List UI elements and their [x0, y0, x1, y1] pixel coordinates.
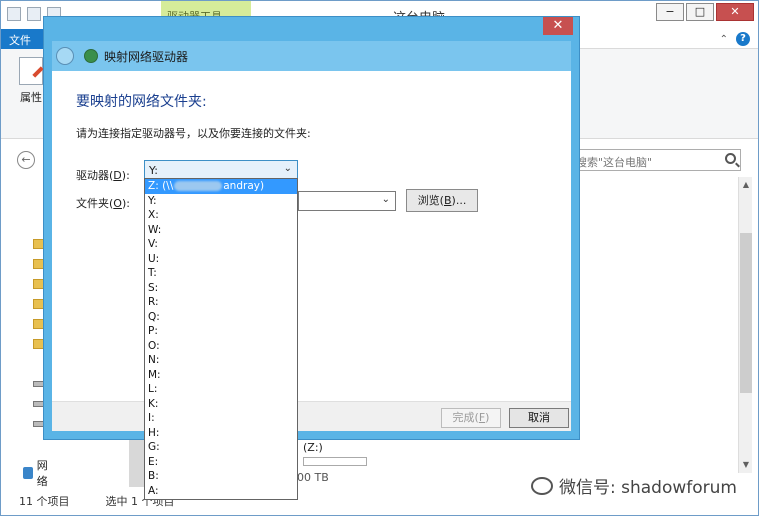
dialog-instruction: 请为连接指定驱动器号，以及你要连接的文件夹:: [76, 127, 311, 140]
browse-label: 浏览(: [417, 194, 444, 207]
dropdown-option[interactable]: A:: [145, 484, 297, 499]
cancel-button[interactable]: 取消: [509, 408, 569, 428]
dropdown-option-selected-suffix: andray): [223, 180, 265, 192]
content-area-fragment: [129, 437, 145, 487]
chevron-down-icon[interactable]: ⌄: [382, 194, 390, 205]
search-input[interactable]: 搜索"这台电脑": [569, 149, 741, 171]
scroll-thumb[interactable]: [740, 233, 752, 393]
dropdown-option[interactable]: R:: [145, 295, 297, 310]
watermark: 微信号: shadowforum: [531, 473, 737, 498]
computer-icon[interactable]: [7, 7, 21, 21]
browse-button[interactable]: 浏览(B)...: [406, 189, 478, 212]
search-icon[interactable]: [725, 153, 736, 164]
ribbon-right-controls: ⌃ ?: [720, 32, 750, 46]
watermark-text: 微信号: shadowforum: [559, 478, 737, 498]
properties-icon: [19, 57, 43, 85]
redacted-blur: [174, 181, 223, 191]
back-icon[interactable]: [56, 47, 74, 65]
drive-tile-z[interactable]: (Z:) 00 TB: [297, 437, 371, 493]
dropdown-option[interactable]: M:: [145, 368, 297, 383]
help-icon[interactable]: ?: [736, 32, 750, 46]
dropdown-option[interactable]: P:: [145, 324, 297, 339]
dialog-body: 要映射的网络文件夹: 请为连接指定驱动器号，以及你要连接的文件夹: 驱动器(D)…: [52, 71, 571, 401]
folder-label-accesskey: O: [113, 197, 122, 210]
dropdown-option[interactable]: G:: [145, 440, 297, 455]
scroll-up-icon[interactable]: ▲: [740, 179, 752, 191]
dropdown-option[interactable]: E:: [145, 455, 297, 470]
dropdown-option[interactable]: L:: [145, 382, 297, 397]
dropdown-option[interactable]: V:: [145, 237, 297, 252]
dropdown-option[interactable]: Q:: [145, 310, 297, 325]
drive-tile-letter: (Z:): [303, 441, 323, 454]
dropdown-option-selected-prefix: Z: (\\: [148, 180, 174, 192]
folder-label-text: 文件夹(: [76, 197, 114, 210]
browse-label-suffix: )...: [451, 194, 467, 207]
dropdown-option[interactable]: I:: [145, 411, 297, 426]
dialog-close-button[interactable]: ✕: [543, 17, 573, 35]
tab-file[interactable]: 文件: [1, 29, 47, 49]
dropdown-option[interactable]: N:: [145, 353, 297, 368]
navigation-pane: 网络: [1, 177, 49, 488]
folder-label-suffix: ):: [121, 197, 130, 210]
dropdown-option[interactable]: H:: [145, 426, 297, 441]
map-network-drive-dialog: ✕ 映射网络驱动器 要映射的网络文件夹: 请为连接指定驱动器号，以及你要连接的文…: [43, 16, 580, 440]
dropdown-option[interactable]: T:: [145, 266, 297, 281]
drive-tile-size: 00 TB: [297, 471, 329, 484]
chevron-down-icon[interactable]: ⌃: [720, 34, 728, 45]
dropdown-option[interactable]: B:: [145, 469, 297, 484]
minimize-button[interactable]: −: [656, 3, 684, 21]
document-icon[interactable]: [27, 7, 41, 21]
dropdown-option[interactable]: U:: [145, 252, 297, 267]
drive-label-suffix: ):: [121, 169, 130, 182]
dialog-header: 映射网络驱动器: [52, 41, 571, 71]
nav-network-label: 网络: [36, 459, 48, 488]
dialog-title: 映射网络驱动器: [104, 50, 189, 64]
drive-letter-dropdown-list[interactable]: Z: (\\ andray) Y: X: W: V: U: T: S: R: Q: P: O: N: M:…: [144, 178, 298, 500]
network-icon: [23, 467, 33, 479]
drive-label: 驱动器(D):: [76, 167, 130, 183]
wechat-icon: [531, 476, 553, 495]
dropdown-option[interactable]: W:: [145, 223, 297, 238]
finish-button[interactable]: 完成(F): [441, 408, 501, 428]
drive-label-text: 驱动器(: [76, 169, 114, 182]
window-controls: − □ ✕: [656, 3, 754, 21]
dropdown-option[interactable]: K:: [145, 397, 297, 412]
folder-combo-input[interactable]: ⌄: [298, 191, 396, 211]
dropdown-option[interactable]: S:: [145, 281, 297, 296]
dropdown-option[interactable]: O:: [145, 339, 297, 354]
dropdown-option[interactable]: X:: [145, 208, 297, 223]
nav-item-network[interactable]: 网络: [23, 457, 52, 489]
scroll-down-icon[interactable]: ▼: [740, 459, 752, 471]
network-drive-icon: [84, 49, 98, 63]
chevron-down-icon[interactable]: ⌄: [284, 163, 292, 174]
status-item-count: 11 个项目: [19, 495, 70, 508]
dialog-heading: 要映射的网络文件夹:: [76, 94, 207, 110]
drive-usage-bar: [303, 457, 367, 466]
search-placeholder: 搜索"这台电脑": [576, 156, 653, 169]
drive-label-accesskey: D: [113, 169, 122, 182]
back-button[interactable]: ←: [17, 151, 35, 169]
drive-select-value: Y:: [149, 164, 158, 177]
dialog-footer: 完成(F) 取消: [52, 401, 571, 431]
browse-accesskey: B: [443, 194, 452, 207]
finish-label: 完成(: [452, 411, 479, 424]
vertical-scrollbar[interactable]: ▲ ▼: [738, 177, 752, 473]
maximize-button[interactable]: □: [686, 3, 714, 21]
dropdown-option-selected[interactable]: Z: (\\ andray): [145, 179, 297, 194]
folder-label: 文件夹(O):: [76, 195, 130, 211]
close-button[interactable]: ✕: [716, 3, 754, 21]
finish-label-suffix: ): [485, 411, 490, 424]
properties-label: 属性: [20, 91, 42, 104]
dropdown-option[interactable]: Y:: [145, 194, 297, 209]
